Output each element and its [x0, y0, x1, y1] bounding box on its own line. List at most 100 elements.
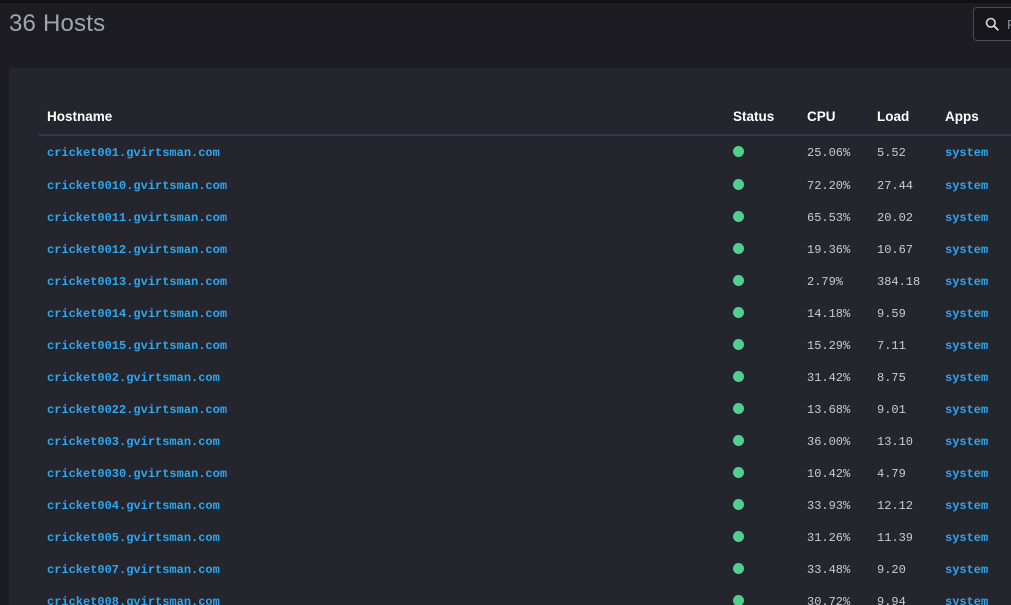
status-indicator-dot: [733, 499, 744, 511]
status-indicator-dot: [733, 243, 744, 255]
app-link[interactable]: system: [945, 595, 988, 605]
hostname-link[interactable]: cricket003.gvirtsman.com: [47, 435, 220, 449]
status-indicator-dot: [733, 211, 744, 223]
column-header-load[interactable]: Load: [869, 98, 937, 136]
load-cell: 12.12: [877, 499, 914, 513]
hostname-link[interactable]: cricket002.gvirtsman.com: [47, 371, 220, 385]
hostname-link[interactable]: cricket0010.gvirtsman.com: [47, 179, 227, 193]
load-cell: 9.59: [877, 307, 906, 321]
status-indicator-dot: [733, 371, 744, 383]
hosts-table: Hostname Status CPU Load Apps cricket001…: [39, 98, 1011, 605]
cpu-cell: 30.72%: [807, 595, 851, 605]
app-link[interactable]: system: [945, 435, 988, 449]
cpu-cell: 72.20%: [807, 179, 851, 193]
load-cell: 5.52: [877, 146, 906, 160]
cpu-cell: 31.42%: [807, 371, 851, 385]
apps-cell: system: [937, 266, 1011, 298]
table-row: cricket0022.gvirtsman.com 13.68% 9.01 syste…: [39, 394, 1011, 426]
table-header-row: Hostname Status CPU Load Apps: [39, 98, 1011, 136]
hostname-link[interactable]: cricket0014.gvirtsman.com: [47, 307, 227, 321]
hostname-link[interactable]: cricket0030.gvirtsman.com: [47, 467, 227, 481]
hostname-link[interactable]: cricket0022.gvirtsman.com: [47, 403, 227, 417]
app-link[interactable]: system: [945, 563, 988, 577]
app-link[interactable]: system: [945, 307, 988, 321]
cpu-cell: 25.06%: [807, 146, 851, 160]
hostname-cell: cricket0010.gvirtsman.com: [39, 170, 725, 202]
load-cell: 11.39: [877, 531, 914, 545]
app-link[interactable]: system: [945, 467, 988, 481]
page-title: 36 Hosts: [9, 10, 106, 37]
app-link[interactable]: system: [945, 531, 988, 545]
column-header-hostname[interactable]: Hostname: [39, 98, 725, 136]
hostname-cell: cricket001.gvirtsman.com: [39, 135, 725, 170]
hostname-link[interactable]: cricket0011.gvirtsman.com: [47, 211, 227, 225]
cpu-cell: 31.26%: [807, 531, 851, 545]
search-box[interactable]: [973, 7, 1011, 41]
status-cell: [725, 266, 799, 298]
hostname-cell: cricket0015.gvirtsman.com: [39, 330, 725, 362]
hostname-cell: cricket003.gvirtsman.com: [39, 426, 725, 458]
app-link[interactable]: system: [945, 243, 988, 257]
app-link[interactable]: system: [945, 211, 988, 225]
app-link[interactable]: system: [945, 403, 988, 417]
hostname-cell: cricket002.gvirtsman.com: [39, 362, 725, 394]
apps-cell: system: [937, 458, 1011, 490]
status-indicator-dot: [733, 146, 744, 158]
apps-cell: system: [937, 586, 1011, 605]
cpu-cell: 13.68%: [807, 403, 851, 417]
app-link[interactable]: system: [945, 146, 988, 160]
search-input[interactable]: [1007, 15, 1011, 33]
top-border: [0, 0, 1011, 3]
apps-cell: system: [937, 234, 1011, 266]
column-header-status[interactable]: Status: [725, 98, 799, 136]
cpu-cell: 65.53%: [807, 211, 851, 225]
hostname-link[interactable]: cricket0012.gvirtsman.com: [47, 243, 227, 257]
load-cell: 9.20: [877, 563, 906, 577]
hostname-cell: cricket007.gvirtsman.com: [39, 554, 725, 586]
status-indicator-dot: [733, 339, 744, 351]
apps-cell: system: [937, 135, 1011, 170]
apps-cell: system: [937, 426, 1011, 458]
table-row: cricket001.gvirtsman.com 25.06% 5.52 system: [39, 135, 1011, 170]
status-cell: [725, 298, 799, 330]
hostname-link[interactable]: cricket004.gvirtsman.com: [47, 499, 220, 513]
cpu-cell: 36.00%: [807, 435, 851, 449]
column-header-cpu[interactable]: CPU: [799, 98, 869, 136]
app-link[interactable]: system: [945, 371, 988, 385]
load-cell: 20.02: [877, 211, 914, 225]
status-cell: [725, 490, 799, 522]
hostname-link[interactable]: cricket008.gvirtsman.com: [47, 595, 220, 605]
table-body: cricket001.gvirtsman.com 25.06% 5.52 system…: [39, 135, 1011, 605]
cpu-cell: 33.93%: [807, 499, 851, 513]
table-row: cricket0030.gvirtsman.com 10.42% 4.79 syste…: [39, 458, 1011, 490]
apps-cell: system: [937, 522, 1011, 554]
apps-cell: system: [937, 298, 1011, 330]
table-row: cricket007.gvirtsman.com 33.48% 9.20 system: [39, 554, 1011, 586]
app-link[interactable]: system: [945, 499, 988, 513]
load-cell: 9.94: [877, 595, 906, 605]
table-row: cricket0011.gvirtsman.com 65.53% 20.02 syst…: [39, 202, 1011, 234]
hostname-link[interactable]: cricket0013.gvirtsman.com: [47, 275, 227, 289]
cpu-cell: 15.29%: [807, 339, 851, 353]
load-cell: 384.18: [877, 275, 921, 289]
hostname-cell: cricket0014.gvirtsman.com: [39, 298, 725, 330]
hostname-link[interactable]: cricket007.gvirtsman.com: [47, 563, 220, 577]
app-link[interactable]: system: [945, 179, 988, 193]
apps-cell: system: [937, 170, 1011, 202]
hostname-link[interactable]: cricket001.gvirtsman.com: [47, 146, 220, 160]
hostname-cell: cricket0022.gvirtsman.com: [39, 394, 725, 426]
hostname-link[interactable]: cricket005.gvirtsman.com: [47, 531, 220, 545]
hostname-link[interactable]: cricket0015.gvirtsman.com: [47, 339, 227, 353]
status-cell: [725, 170, 799, 202]
app-link[interactable]: system: [945, 339, 988, 353]
status-indicator-dot: [733, 403, 744, 415]
load-cell: 7.11: [877, 339, 906, 353]
status-cell: [725, 202, 799, 234]
load-cell: 9.01: [877, 403, 906, 417]
hostname-cell: cricket005.gvirtsman.com: [39, 522, 725, 554]
cpu-cell: 19.36%: [807, 243, 851, 257]
status-indicator-dot: [733, 563, 744, 575]
apps-cell: system: [937, 202, 1011, 234]
status-indicator-dot: [733, 435, 744, 447]
app-link[interactable]: system: [945, 275, 988, 289]
